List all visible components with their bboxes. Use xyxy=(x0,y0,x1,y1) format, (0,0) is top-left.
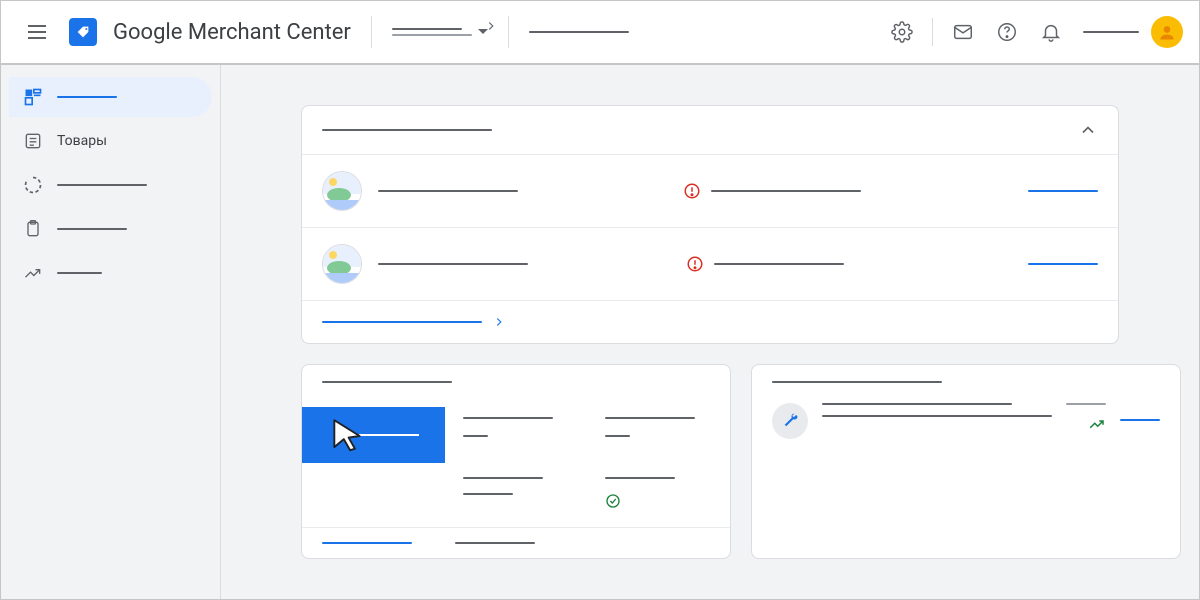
notifications-button[interactable] xyxy=(1031,12,1071,52)
footer-link-label xyxy=(322,321,482,323)
trend-up-icon xyxy=(1088,415,1106,433)
issue-row[interactable] xyxy=(302,155,1118,228)
sidebar-item-performance[interactable] xyxy=(9,165,212,205)
channel-tab[interactable] xyxy=(587,407,730,447)
tab-value xyxy=(605,435,630,437)
sidebar-item-growth[interactable] xyxy=(9,253,212,293)
issues-card xyxy=(301,105,1119,344)
avatar[interactable] xyxy=(1151,16,1183,48)
sidebar-item-overview[interactable] xyxy=(9,77,212,117)
divider xyxy=(508,16,509,48)
divider xyxy=(932,18,933,46)
settings-button[interactable] xyxy=(882,12,922,52)
tab-label xyxy=(605,417,695,419)
metric-label xyxy=(455,542,535,544)
selector-label-line xyxy=(392,28,462,30)
product-name xyxy=(378,190,518,192)
cursor-icon xyxy=(328,417,366,455)
breadcrumb[interactable] xyxy=(529,31,629,33)
check-circle-icon xyxy=(605,493,621,509)
header-actions xyxy=(882,12,1183,52)
account-selector[interactable] xyxy=(392,27,488,37)
opportunity-action-link[interactable] xyxy=(1120,419,1160,421)
gear-icon xyxy=(891,21,913,43)
metric-value xyxy=(463,493,513,495)
issue-status xyxy=(714,263,844,265)
sidebar-item-label xyxy=(57,96,117,98)
opportunity-meta xyxy=(1066,403,1106,405)
mail-icon xyxy=(952,21,974,43)
issue-action-link[interactable] xyxy=(1028,263,1098,265)
chevron-right-icon xyxy=(484,19,498,33)
sidebar-item-label: Товары xyxy=(57,133,107,149)
chevron-right-icon xyxy=(492,315,506,329)
card-link[interactable] xyxy=(322,542,412,544)
opportunities-card xyxy=(751,364,1181,559)
opportunity-item[interactable] xyxy=(772,403,1160,439)
account-link[interactable] xyxy=(1083,31,1139,33)
dashboard-icon xyxy=(23,87,43,107)
metric-label xyxy=(463,477,543,479)
main-content xyxy=(221,65,1199,599)
product-logo xyxy=(69,18,97,46)
chevron-up-icon xyxy=(1078,120,1098,140)
tab-value xyxy=(463,435,488,437)
selector-sublabel-line xyxy=(392,34,472,36)
mail-button[interactable] xyxy=(943,12,983,52)
error-icon xyxy=(683,182,701,200)
metric-label xyxy=(605,477,675,479)
clipboard-icon xyxy=(23,219,43,239)
bell-icon xyxy=(1040,21,1062,43)
card-title xyxy=(322,381,452,383)
wrench-badge xyxy=(772,403,808,439)
card-title xyxy=(322,129,492,131)
list-icon xyxy=(23,131,43,151)
sidebar-item-label xyxy=(57,228,127,230)
sidebar-item-label xyxy=(57,272,102,274)
product-name xyxy=(378,263,528,265)
sidebar-item-products[interactable]: Товары xyxy=(9,121,212,161)
wrench-icon xyxy=(781,412,799,430)
sidebar-item-label xyxy=(57,184,147,186)
tab-label xyxy=(463,417,553,419)
product-thumbnail xyxy=(322,244,362,284)
error-icon xyxy=(686,255,704,273)
app-header: Google Merchant Center xyxy=(1,1,1199,65)
divider xyxy=(371,16,372,48)
product-thumbnail xyxy=(322,171,362,211)
issue-row[interactable] xyxy=(302,228,1118,301)
channels-card xyxy=(301,364,731,559)
issues-card-header[interactable] xyxy=(302,106,1118,155)
opportunity-title xyxy=(822,403,1012,405)
channel-tab-selected[interactable] xyxy=(302,407,445,463)
sidebar-item-marketing[interactable] xyxy=(9,209,212,249)
issues-card-footer-link[interactable] xyxy=(302,301,1118,343)
app-title: Google Merchant Center xyxy=(113,20,351,45)
opportunity-desc xyxy=(822,415,1052,417)
sidebar: Товары xyxy=(1,65,221,599)
help-icon xyxy=(996,21,1018,43)
menu-icon xyxy=(25,20,49,44)
circle-progress-icon xyxy=(23,175,43,195)
issue-action-link[interactable] xyxy=(1028,190,1098,192)
channel-tab[interactable] xyxy=(445,407,588,447)
menu-button[interactable] xyxy=(17,12,57,52)
help-button[interactable] xyxy=(987,12,1027,52)
card-title xyxy=(772,381,942,383)
issue-status xyxy=(711,190,861,192)
tab-label xyxy=(359,434,419,436)
person-icon xyxy=(1157,22,1177,42)
tag-icon xyxy=(75,24,91,40)
trend-arrow-icon xyxy=(23,263,43,283)
